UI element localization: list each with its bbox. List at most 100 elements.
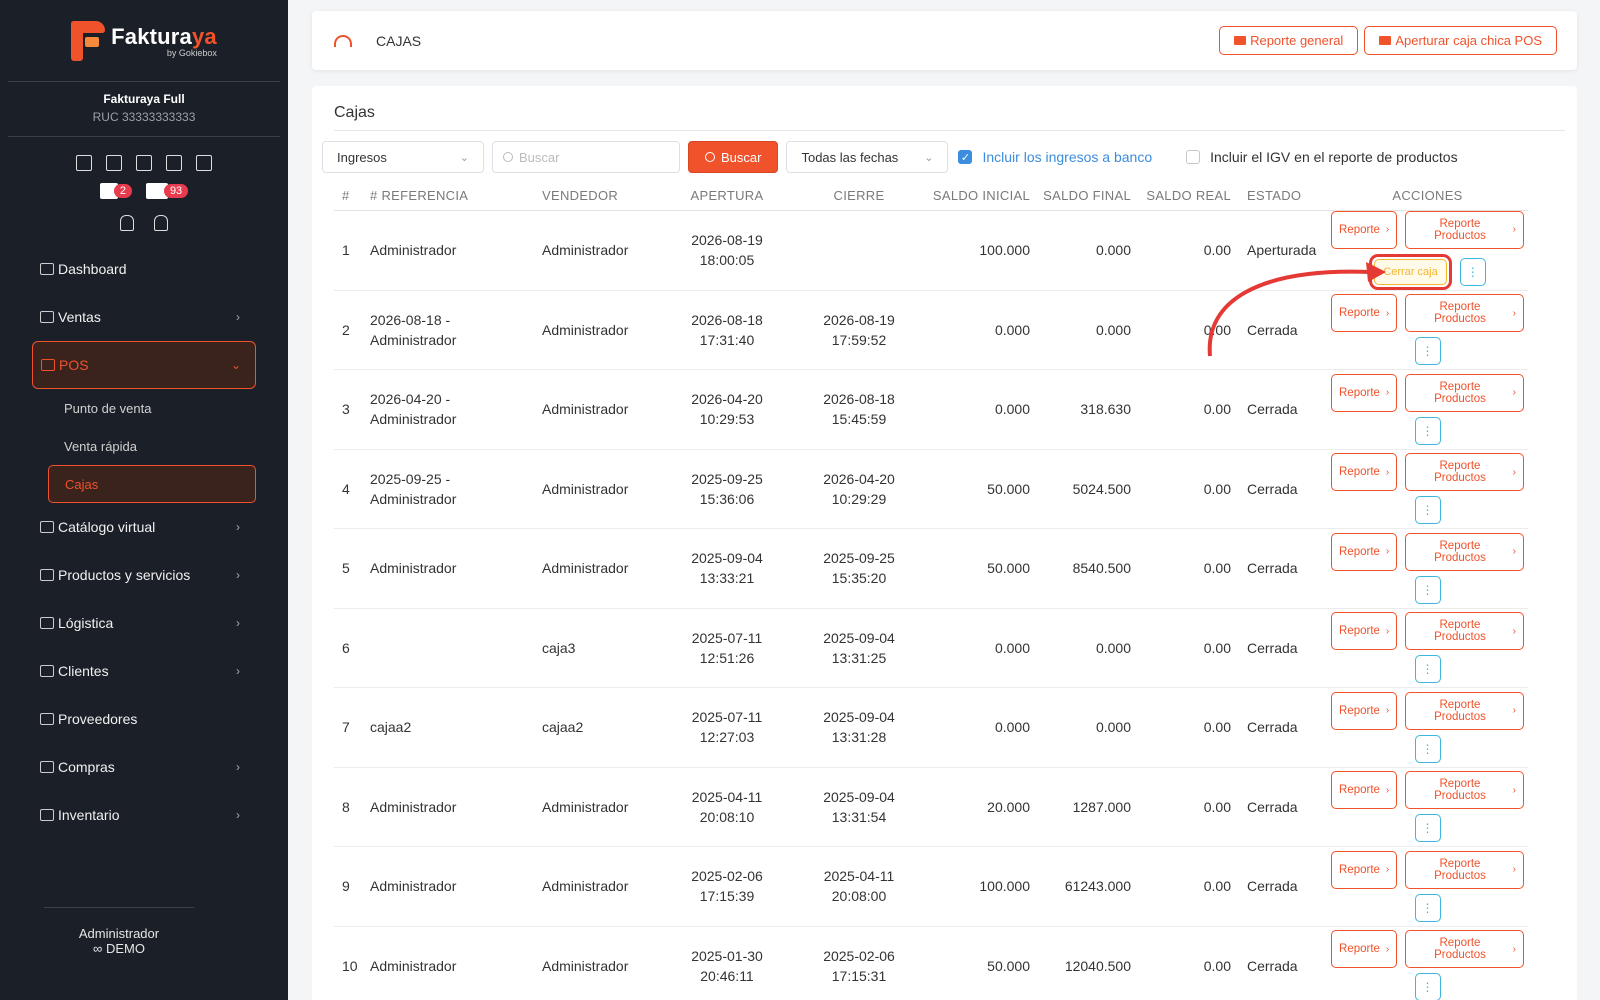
- sidebar-subitem-punto-de-venta[interactable]: Punto de venta: [0, 389, 288, 427]
- box-icon[interactable]: [196, 155, 212, 171]
- search-button[interactable]: Buscar: [688, 141, 779, 173]
- open-petty-cash-button[interactable]: Apertura​r caja chica POS: [1364, 26, 1557, 55]
- more-options-button[interactable]: ⋮: [1414, 575, 1441, 604]
- sidebar-item-catalogo[interactable]: Catálogo virtual ›: [0, 503, 288, 551]
- brand-logo[interactable]: Fakturaya by Gokiebox: [8, 0, 280, 82]
- bell-icon[interactable]: [154, 215, 168, 231]
- col-header[interactable]: SALDO REAL: [1135, 188, 1235, 203]
- check-icon[interactable]: ✓: [958, 150, 973, 164]
- col-header[interactable]: ESTADO: [1235, 188, 1327, 203]
- product-report-button[interactable]: Reporte Productos ›: [1405, 691, 1524, 730]
- calculator-icon[interactable]: [136, 155, 152, 171]
- boxes-badge[interactable]: 93: [145, 183, 189, 199]
- button-label: Reporte: [1339, 307, 1380, 320]
- product-report-button[interactable]: Reporte Productos ›: [1405, 930, 1524, 969]
- report-button[interactable]: Reporte ›: [1331, 294, 1398, 333]
- more-options-button[interactable]: ⋮: [1414, 655, 1441, 684]
- general-report-button[interactable]: Reporte general: [1219, 26, 1359, 55]
- report-button[interactable]: Reporte ›: [1331, 771, 1398, 810]
- store-icon[interactable]: [106, 155, 122, 171]
- opening-cell: 2025-07-11 12:51:26: [660, 628, 794, 668]
- opening-date: 2026-08-19: [691, 232, 763, 249]
- col-header[interactable]: #: [334, 188, 366, 203]
- product-report-button[interactable]: Reporte Productos ›: [1405, 771, 1524, 810]
- chevron-down-icon: ⌄: [459, 151, 469, 164]
- reference-cell: cajaa2: [366, 717, 538, 737]
- more-options-button[interactable]: ⋮: [1414, 973, 1441, 1000]
- chevron-right-icon: ›: [1512, 387, 1516, 399]
- col-header[interactable]: SALDO INICIAL: [924, 188, 1034, 203]
- sidebar-item-ventas[interactable]: Ventas ›: [0, 293, 288, 341]
- more-options-button[interactable]: ⋮: [1414, 337, 1441, 366]
- report-button[interactable]: Reporte ›: [1331, 210, 1398, 249]
- product-report-button[interactable]: Reporte Productos ›: [1405, 532, 1524, 571]
- sidebar-item-logistica[interactable]: Lógistica ›: [0, 599, 288, 647]
- search-input[interactable]: Buscar: [492, 141, 680, 173]
- col-header[interactable]: VENDEDOR: [538, 188, 660, 203]
- sidebar-item-proveedores[interactable]: Proveedores: [0, 695, 288, 743]
- more-options-button[interactable]: ⋮: [1414, 814, 1441, 843]
- chevron-right-icon: ›: [236, 808, 240, 822]
- user-profile[interactable]: Administrador ∞ DEMO: [44, 907, 194, 956]
- real-balance-cell: 0.00: [1203, 401, 1231, 418]
- sidebar-subitem-venta-rapida[interactable]: Venta rápida: [0, 427, 288, 465]
- logo-mark-icon: [71, 20, 106, 61]
- product-report-button[interactable]: Reporte Productos ›: [1405, 453, 1524, 492]
- real-balance-cell: 0.00: [1203, 560, 1231, 577]
- type-select[interactable]: Ingresos ⌄: [322, 141, 484, 173]
- report-button[interactable]: Reporte ›: [1331, 930, 1398, 969]
- report-button[interactable]: Reporte ›: [1331, 850, 1398, 889]
- sidebar-item-compras[interactable]: Compras ›: [0, 743, 288, 791]
- col-header[interactable]: # REFERENCIA: [366, 186, 538, 206]
- date-select[interactable]: Todas las fechas ⌄: [786, 141, 949, 173]
- page-header: CAJAS Reporte general Apertura​r caja ch…: [312, 11, 1577, 70]
- lock-icon[interactable]: [120, 215, 134, 231]
- more-options-button[interactable]: ⋮: [1414, 734, 1441, 763]
- checkbox-box[interactable]: [1186, 150, 1201, 164]
- report-button[interactable]: Reporte ›: [1331, 691, 1398, 730]
- chevron-right-icon: ›: [1512, 943, 1516, 955]
- product-report-button[interactable]: Reporte Productos ›: [1405, 210, 1524, 249]
- report-button[interactable]: Reporte ›: [1331, 532, 1398, 571]
- report-button[interactable]: Reporte ›: [1331, 373, 1398, 412]
- opening-date: 2026-08-18: [691, 311, 763, 328]
- document-add-icon[interactable]: [76, 155, 92, 171]
- row-number: 9: [342, 878, 350, 895]
- reference-line-1: 2026-08-18 -: [370, 311, 451, 328]
- button-label: Reporte Productos: [1434, 539, 1486, 564]
- reference-cell: Administrador: [366, 876, 538, 896]
- more-options-button[interactable]: ⋮: [1414, 416, 1441, 445]
- product-report-button[interactable]: Reporte Productos ›: [1405, 612, 1524, 651]
- product-report-button[interactable]: Reporte Productos ›: [1405, 850, 1524, 889]
- final-balance-cell: 61243.000: [1064, 878, 1131, 895]
- product-report-button[interactable]: Reporte Productos ›: [1405, 294, 1524, 333]
- annotation-highlight: Cerrar caja: [1369, 253, 1452, 290]
- users-icon[interactable]: [166, 155, 182, 171]
- col-header[interactable]: APERTURA: [660, 186, 794, 206]
- report-button[interactable]: Reporte ›: [1331, 612, 1398, 651]
- sidebar-item-dashboard[interactable]: Dashboard: [0, 245, 288, 293]
- reference-cell: 2026-04-20 - Administrador: [366, 389, 538, 429]
- chevron-down-icon: ⌄: [230, 358, 241, 372]
- sidebar-item-clientes[interactable]: Clientes ›: [0, 647, 288, 695]
- col-header[interactable]: SALDO FINAL: [1034, 188, 1135, 203]
- include-bank-checkbox[interactable]: ✓ Incluir los ingresos a banco: [958, 149, 1152, 165]
- calendar-x-badge[interactable]: 2: [99, 183, 132, 199]
- more-options-button[interactable]: ⋮: [1414, 496, 1441, 525]
- sidebar-item-pos[interactable]: POS ⌄: [32, 341, 256, 389]
- date-select-value: Todas las fechas: [801, 149, 899, 165]
- closing-time: 10:29:29: [831, 490, 887, 507]
- sidebar-subitem-cajas[interactable]: Cajas: [48, 465, 256, 503]
- col-header[interactable]: CIERRE: [794, 186, 924, 206]
- reference-line-1: Administrador: [370, 798, 457, 815]
- more-options-button[interactable]: ⋮: [1414, 893, 1441, 922]
- include-igv-checkbox[interactable]: Incluir el IGV en el reporte de producto…: [1186, 149, 1458, 165]
- sidebar-item-label: Proveedores: [58, 711, 138, 727]
- sidebar-item-inventario[interactable]: Inventario ›: [0, 791, 288, 839]
- close-cash-button[interactable]: Cerrar caja: [1374, 258, 1447, 285]
- sidebar-item-productos[interactable]: Productos y servicios ›: [0, 551, 288, 599]
- chevron-right-icon: ›: [1385, 546, 1390, 558]
- more-options-button[interactable]: ⋮: [1459, 257, 1486, 286]
- product-report-button[interactable]: Reporte Productos ›: [1405, 373, 1524, 412]
- report-button[interactable]: Reporte ›: [1331, 453, 1398, 492]
